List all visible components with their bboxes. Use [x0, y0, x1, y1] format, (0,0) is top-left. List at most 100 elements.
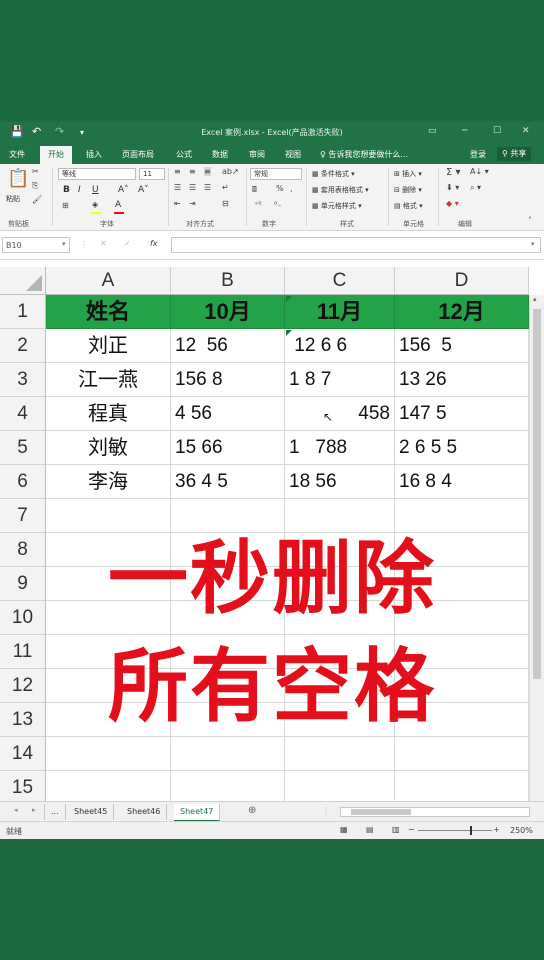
column-header-a[interactable]: A: [46, 267, 171, 295]
font-grow-button[interactable]: A˄: [118, 185, 129, 195]
cell-b6[interactable]: 36 4 5: [171, 465, 285, 499]
tab-review[interactable]: 审阅: [249, 149, 265, 160]
underline-button[interactable]: U: [92, 185, 99, 195]
find-select-icon[interactable]: ⌕ ▾: [470, 183, 481, 193]
login-link[interactable]: 登录: [470, 149, 486, 160]
cell-c5[interactable]: 1 788: [285, 431, 395, 465]
copy-icon[interactable]: ⎘: [32, 181, 38, 191]
insert-function-icon[interactable]: fx: [150, 239, 158, 248]
font-size-select[interactable]: 11: [139, 168, 165, 180]
zoom-slider-thumb[interactable]: [470, 826, 472, 835]
normal-view-icon[interactable]: ▦: [340, 825, 348, 834]
cell-b2[interactable]: 12 56: [171, 329, 285, 363]
ribbon-display-icon[interactable]: ▭: [428, 126, 437, 136]
share-button[interactable]: ⚲ 共享: [497, 147, 532, 161]
font-shrink-button[interactable]: A˅: [138, 185, 149, 195]
cell-c3[interactable]: 1 8 7: [285, 363, 395, 397]
increase-indent-icon[interactable]: ⇥: [189, 199, 196, 208]
cell-c1[interactable]: 11月: [285, 295, 395, 329]
row-header-7[interactable]: 7: [0, 499, 46, 533]
row-header-6[interactable]: 6: [0, 465, 46, 499]
cell-d5[interactable]: 2 6 5 5: [395, 431, 529, 465]
name-box-dropdown-icon[interactable]: ▾: [62, 240, 66, 248]
sheet-tab-sheet45[interactable]: Sheet45: [68, 804, 115, 820]
zoom-slider[interactable]: [418, 830, 492, 831]
bold-button[interactable]: B: [63, 185, 70, 195]
insert-cells-button[interactable]: ⊞ 插入 ▾: [394, 169, 422, 179]
row-header-15[interactable]: 15: [0, 771, 46, 805]
row-header-4[interactable]: 4: [0, 397, 46, 431]
cell-c2[interactable]: 12 6 6: [285, 329, 395, 363]
cell-d14[interactable]: [395, 737, 529, 771]
font-name-select[interactable]: 等线: [58, 168, 136, 180]
format-as-table-button[interactable]: ▦ 套用表格格式 ▾: [312, 185, 369, 195]
conditional-formatting-button[interactable]: ▦ 条件格式 ▾: [312, 169, 355, 179]
tab-home[interactable]: 开始: [40, 146, 72, 164]
row-header-2[interactable]: 2: [0, 329, 46, 363]
cell-b7[interactable]: [171, 499, 285, 533]
scroll-up-icon[interactable]: ▴: [533, 295, 537, 303]
cell-a5[interactable]: 刘敏: [46, 431, 171, 465]
vertical-scroll-thumb[interactable]: [533, 309, 541, 679]
tell-me-search[interactable]: ♀ 告诉我您想要做什么...: [320, 149, 408, 160]
fill-icon[interactable]: ⬇ ▾: [446, 183, 459, 192]
sort-filter-icon[interactable]: A↓ ▾: [470, 167, 489, 176]
cell-d4[interactable]: 147 5: [395, 397, 529, 431]
page-break-view-icon[interactable]: ▥: [392, 825, 400, 834]
cell-b1[interactable]: 10月: [171, 295, 285, 329]
sheet-prev-icon[interactable]: ◂: [14, 806, 18, 814]
cell-c7[interactable]: [285, 499, 395, 533]
decrease-indent-icon[interactable]: ⇤: [174, 199, 181, 208]
decrease-decimal-icon[interactable]: ⁰₋: [274, 200, 281, 209]
font-color-icon[interactable]: A: [115, 200, 121, 210]
name-box[interactable]: B10: [2, 237, 70, 253]
align-bottom-icon[interactable]: ≡: [204, 167, 211, 176]
delete-cells-button[interactable]: ⊟ 删除 ▾: [394, 185, 422, 195]
accounting-format-icon[interactable]: 🖩: [252, 184, 257, 198]
paste-icon[interactable]: 📋: [7, 168, 29, 189]
column-header-c[interactable]: C: [285, 267, 395, 295]
row-header-14[interactable]: 14: [0, 737, 46, 771]
percent-icon[interactable]: %: [276, 184, 284, 193]
format-cells-button[interactable]: ▤ 格式 ▾: [394, 201, 423, 211]
sheet-more[interactable]: ...: [44, 804, 66, 820]
cell-a2[interactable]: 刘正: [46, 329, 171, 363]
align-right-icon[interactable]: ☰: [204, 183, 211, 192]
fill-color-icon[interactable]: ◈: [92, 200, 98, 209]
align-middle-icon[interactable]: ≡: [189, 167, 196, 176]
cell-a4[interactable]: 程真: [46, 397, 171, 431]
cell-d3[interactable]: 13 26: [395, 363, 529, 397]
horizontal-scroll-thumb[interactable]: [351, 809, 411, 815]
tab-file[interactable]: 文件: [9, 149, 25, 160]
cell-c6[interactable]: 18 56: [285, 465, 395, 499]
number-format-select[interactable]: 常规: [250, 168, 302, 180]
cell-d15[interactable]: [395, 771, 529, 805]
column-header-d[interactable]: D: [395, 267, 529, 295]
row-header-3[interactable]: 3: [0, 363, 46, 397]
sheet-next-icon[interactable]: ▸: [32, 806, 36, 814]
cell-a3[interactable]: 江一燕: [46, 363, 171, 397]
cell-a14[interactable]: [46, 737, 171, 771]
cell-c4[interactable]: 458: [285, 397, 395, 431]
minimize-icon[interactable]: ─: [462, 126, 467, 136]
cell-a1[interactable]: 姓名: [46, 295, 171, 329]
cell-b14[interactable]: [171, 737, 285, 771]
border-icon[interactable]: ⊞: [62, 201, 69, 210]
align-center-icon[interactable]: ☰: [189, 183, 196, 192]
autosum-icon[interactable]: Σ ▾: [446, 167, 461, 178]
zoom-out-icon[interactable]: −: [408, 825, 415, 834]
increase-decimal-icon[interactable]: ⁺⁰: [254, 200, 261, 209]
tab-view[interactable]: 视图: [285, 149, 301, 160]
enter-icon[interactable]: ✓: [124, 239, 131, 248]
clear-icon[interactable]: ◆ ▾: [446, 199, 459, 208]
cell-c15[interactable]: [285, 771, 395, 805]
cell-a6[interactable]: 李海: [46, 465, 171, 499]
cell-d6[interactable]: 16 8 4: [395, 465, 529, 499]
expand-formula-icon[interactable]: ▾: [531, 240, 535, 248]
tab-split-icon[interactable]: ⋮: [322, 806, 330, 815]
sheet-tab-sheet47[interactable]: Sheet47: [174, 804, 221, 822]
comma-style-icon[interactable]: ,: [290, 184, 293, 193]
format-painter-icon[interactable]: 🖌: [32, 195, 42, 204]
align-left-icon[interactable]: ☰: [174, 183, 181, 192]
tab-data[interactable]: 数据: [212, 149, 228, 160]
